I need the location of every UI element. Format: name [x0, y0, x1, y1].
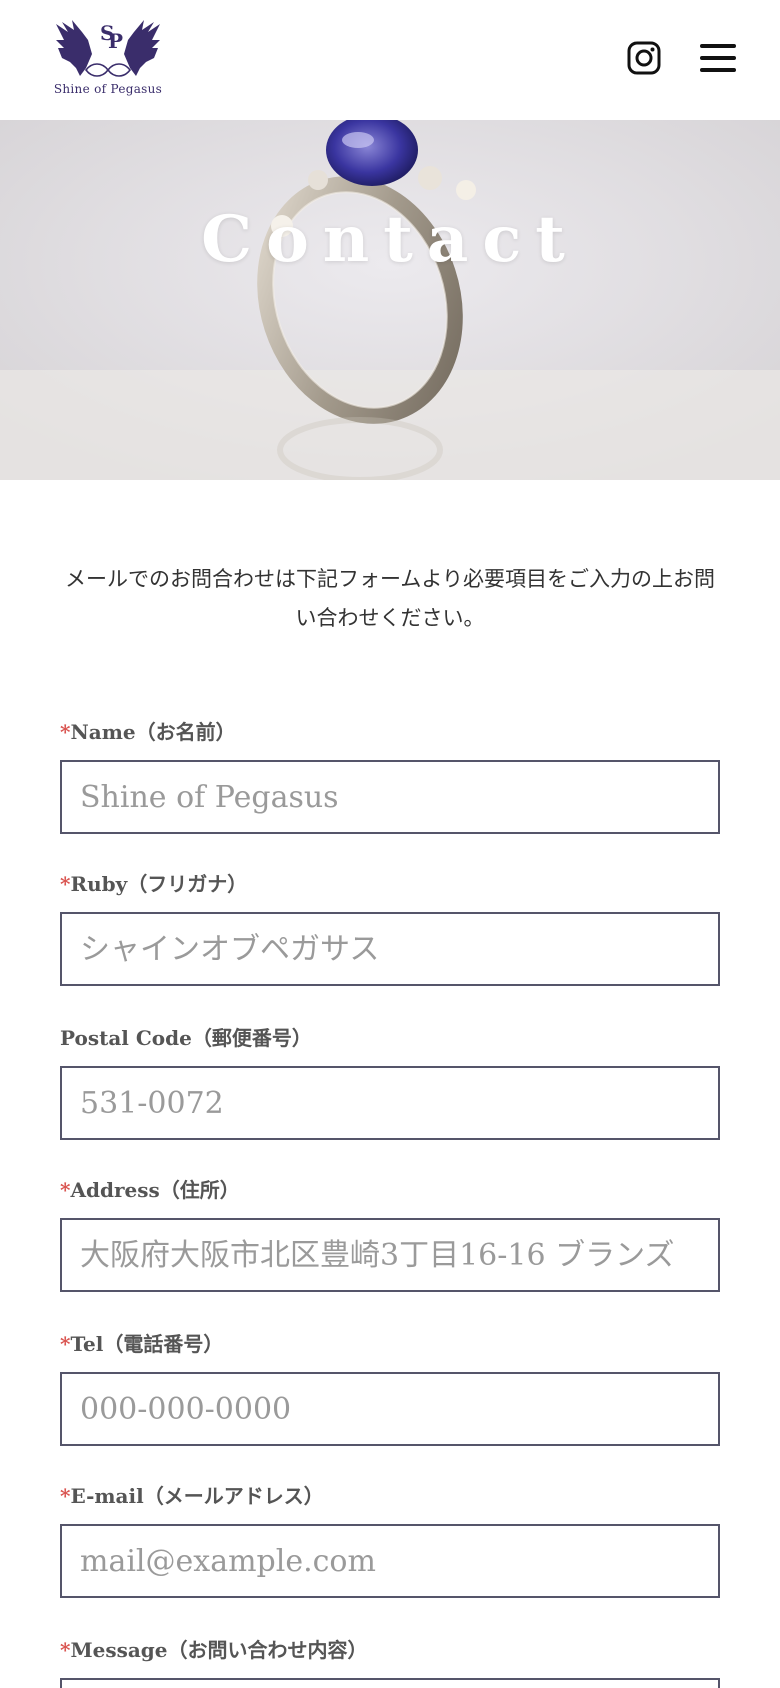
required-mark: * [60, 1178, 71, 1202]
hero-banner: Contact [0, 120, 780, 480]
ruby-input[interactable] [60, 912, 720, 986]
hamburger-menu-icon [700, 68, 736, 72]
site-header: S P Shine of Pegasus [0, 0, 780, 120]
required-mark: * [60, 1332, 71, 1356]
tel-input[interactable] [60, 1372, 720, 1446]
hamburger-menu-icon [700, 56, 736, 60]
hamburger-menu-icon [700, 44, 736, 48]
pegasus-sp-crest-icon: S P [56, 20, 160, 77]
name-label: *Name（お名前） [60, 720, 236, 744]
brand-logo[interactable]: S P Shine of Pegasus [52, 18, 164, 100]
message-textarea[interactable] [60, 1678, 720, 1688]
name-input[interactable] [60, 760, 720, 834]
page-title: Contact [201, 202, 579, 277]
menu-button[interactable] [698, 40, 738, 76]
required-mark: * [60, 1638, 71, 1662]
required-mark: * [60, 720, 71, 744]
required-mark: * [60, 1484, 71, 1508]
svg-text:P: P [108, 29, 123, 53]
required-mark: * [60, 872, 71, 896]
ring-photo-image [0, 120, 780, 480]
instagram-icon [627, 41, 661, 75]
tel-label: *Tel（電話番号） [60, 1332, 224, 1356]
message-label: *Message（お問い合わせ内容） [60, 1638, 368, 1662]
postal-code-label: Postal Code（郵便番号） [60, 1026, 312, 1050]
contact-intro-text: メールでのお問合わせは下記フォームより必要項目をご入力の上お問い合わせください。 [65, 567, 715, 630]
email-label: *E-mail（メールアドレス） [60, 1484, 324, 1508]
address-input[interactable] [60, 1218, 720, 1292]
address-label: *Address（住所） [60, 1178, 240, 1202]
ruby-label: *Ruby（フリガナ） [60, 872, 248, 896]
email-input[interactable] [60, 1524, 720, 1598]
postal-code-input[interactable] [60, 1066, 720, 1140]
logo-text: Shine of Pegasus [53, 82, 163, 96]
instagram-button[interactable] [626, 40, 662, 76]
